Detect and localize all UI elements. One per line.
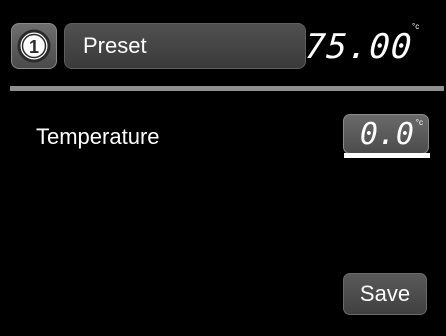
temperature-preset-screen: 1 Preset 75.00 °c Temperature 0.0 °c Sav… bbox=[0, 0, 446, 336]
preset-number-button[interactable]: 1 bbox=[11, 23, 57, 69]
preset-name-field[interactable]: Preset bbox=[64, 23, 306, 69]
header-divider bbox=[10, 86, 444, 91]
current-temperature-display: 75.00 bbox=[303, 27, 414, 67]
temperature-label: Temperature bbox=[36, 124, 160, 149]
temperature-setpoint-field[interactable]: 0.0 °c bbox=[343, 114, 429, 154]
save-button[interactable]: Save bbox=[343, 273, 427, 315]
temperature-setpoint-value: 0.0 bbox=[359, 117, 414, 152]
preset-number-icon: 1 bbox=[17, 29, 51, 63]
preset-name-text: Preset bbox=[83, 33, 147, 58]
preset-number-text: 1 bbox=[29, 37, 39, 57]
current-temperature-unit: °c bbox=[412, 22, 420, 31]
setpoint-focus-underline bbox=[344, 153, 430, 158]
temperature-setpoint-unit: °c bbox=[415, 118, 423, 127]
